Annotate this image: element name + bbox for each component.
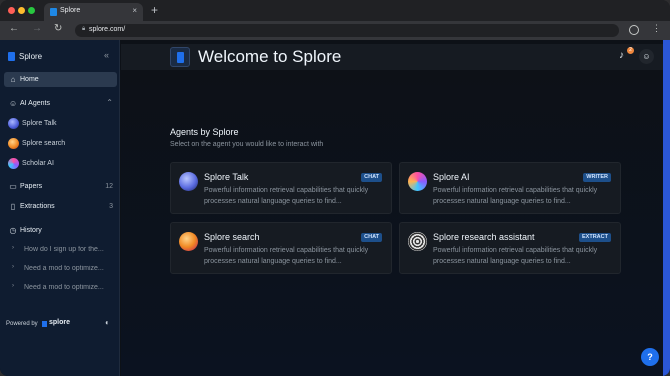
agent-name: Splore AI	[433, 172, 470, 182]
sidebar-item-ai-agents[interactable]: ☺ AI Agents ⌃	[4, 96, 117, 111]
rainbow-avatar-icon	[408, 172, 427, 191]
orange-orb-avatar-icon	[8, 138, 19, 149]
history-item[interactable]: › Need a mod to optimize...	[4, 280, 117, 295]
sidebar-item-label: Extractions	[20, 203, 55, 210]
chevron-right-icon: ›	[12, 245, 14, 251]
history-item-label: How do I sign up for the...	[24, 246, 104, 253]
agent-name: Splore research assistant	[433, 232, 535, 242]
url-text: splore.com/	[89, 26, 126, 33]
browser-toolbar: ← → ↻ 🔒︎ splore.com/ ⋮	[0, 21, 670, 40]
agent-card-splore-search[interactable]: Splore search CHAT Powerful information …	[170, 222, 392, 274]
orange-orb-avatar-icon	[179, 232, 198, 251]
forward-button[interactable]: →	[32, 23, 42, 34]
history-item[interactable]: › Need a mod to optimize...	[4, 261, 117, 276]
browser-tab[interactable]: Splore ×	[44, 3, 143, 21]
home-icon: ⌂	[10, 75, 16, 84]
tab-strip: Splore × +	[0, 0, 670, 21]
sidebar-item-papers[interactable]: ▭ Papers 12	[4, 179, 117, 194]
history-item-label: Need a mod to optimize...	[24, 284, 104, 291]
sidebar-item-label: Splore search	[22, 140, 66, 147]
window-edge-decoration	[663, 40, 670, 376]
extractions-count: 3	[109, 203, 113, 210]
new-tab-button[interactable]: +	[151, 3, 158, 17]
sidebar-item-home[interactable]: ⌂ Home	[4, 72, 117, 87]
agent-type-badge: EXTRACT	[579, 233, 611, 242]
sidebar-item-splore-talk[interactable]: Splore Talk	[4, 116, 117, 131]
history-item-label: Need a mod to optimize...	[24, 265, 104, 272]
agent-card-splore-talk[interactable]: Splore Talk CHAT Powerful information re…	[170, 162, 392, 214]
rainbow-avatar-icon	[8, 158, 19, 169]
sidebar-item-label: Splore Talk	[22, 120, 57, 127]
sidebar-item-label: Scholar AI	[22, 160, 54, 167]
agent-type-badge: CHAT	[361, 233, 382, 242]
document-icon: ▯	[10, 202, 16, 211]
page-title: Welcome to Splore	[198, 47, 342, 66]
sidebar-item-scholar-ai[interactable]: Scholar AI	[4, 156, 117, 171]
agent-description: Powerful information retrieval capabilit…	[433, 247, 598, 265]
user-icon[interactable]: ☺	[639, 49, 654, 64]
agent-card-splore-ai[interactable]: Splore AI WRITER Powerful information re…	[399, 162, 621, 214]
agent-type-badge: WRITER	[583, 173, 611, 182]
agent-name: Splore Talk	[204, 172, 249, 182]
sidebar-brand: Splore	[19, 52, 43, 61]
browser-window: Splore × + ← → ↻ 🔒︎ splore.com/ ⋮ Splore…	[0, 0, 670, 376]
splore-mark-icon	[42, 321, 47, 327]
agent-type-badge: CHAT	[361, 173, 382, 182]
agent-description: Powerful information retrieval capabilit…	[204, 247, 369, 265]
sidebar-item-label: Papers	[20, 183, 43, 190]
zoom-window-button[interactable]	[28, 7, 35, 14]
book-icon: ▭	[9, 182, 17, 191]
wireframe-avatar-icon	[408, 232, 427, 251]
sidebar-item-label: Home	[20, 76, 39, 83]
profile-icon[interactable]	[629, 25, 639, 35]
tab-title: Splore	[60, 7, 81, 14]
sidebar-item-label: History	[20, 227, 42, 234]
lock-icon: 🔒︎	[82, 26, 86, 32]
globe-avatar-icon	[8, 118, 19, 129]
section-subtitle: Select on the agent you would like to in…	[170, 141, 324, 148]
section-title: Agents by Splore	[170, 127, 239, 137]
users-icon: ☺	[9, 99, 18, 108]
chevron-up-icon: ⌃	[106, 98, 113, 107]
powered-by-label: Powered by	[6, 321, 38, 327]
minimize-window-button[interactable]	[18, 7, 25, 14]
reload-button[interactable]: ↻	[54, 23, 62, 34]
theme-icon[interactable]: ◐	[105, 318, 110, 327]
notification-badge: 2	[627, 47, 634, 54]
agent-description: Powerful information retrieval capabilit…	[433, 187, 598, 205]
close-window-button[interactable]	[8, 7, 15, 14]
history-icon: ◷	[9, 226, 17, 235]
sidebar-item-history[interactable]: ◷ History	[4, 223, 117, 238]
browser-menu-icon[interactable]: ⋮	[652, 23, 661, 34]
back-button[interactable]: ←	[9, 23, 19, 34]
agent-card-splore-research-assistant[interactable]: Splore research assistant EXTRACT Powerf…	[399, 222, 621, 274]
chevron-right-icon: ›	[12, 264, 14, 270]
agent-description: Powerful information retrieval capabilit…	[204, 187, 369, 205]
splore-favicon-icon	[50, 8, 57, 16]
globe-avatar-icon	[179, 172, 198, 191]
agent-name: Splore search	[204, 232, 260, 242]
chevron-right-icon: ›	[12, 283, 14, 289]
powered-brand: splore	[49, 319, 71, 326]
address-bar[interactable]: 🔒︎ splore.com/	[75, 24, 619, 37]
sidebar-item-splore-search[interactable]: Splore search	[4, 136, 117, 151]
tab-close-icon[interactable]: ×	[132, 6, 137, 15]
sidebar-item-extractions[interactable]: ▯ Extractions 3	[4, 199, 117, 214]
collapse-sidebar-icon[interactable]: «	[104, 50, 109, 60]
papers-count: 12	[105, 183, 113, 190]
help-button[interactable]: ?	[641, 348, 659, 366]
splore-logo-icon	[170, 47, 190, 67]
splore-logo-icon	[8, 52, 15, 61]
bell-icon[interactable]: ♪	[619, 50, 624, 61]
history-item[interactable]: › How do I sign up for the...	[4, 242, 117, 257]
sidebar-item-label: AI Agents	[20, 100, 50, 107]
sidebar: Splore « ⌂ Home ☺ AI Agents ⌃ Splore Tal…	[0, 40, 120, 376]
